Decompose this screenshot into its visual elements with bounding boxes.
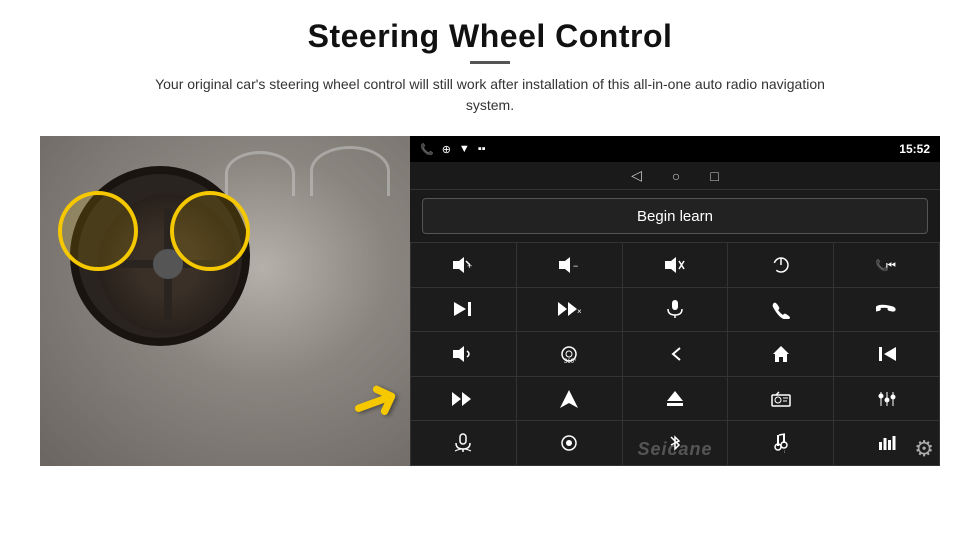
svg-text:360°: 360° (564, 359, 577, 364)
recents-icon[interactable]: □ (710, 168, 718, 184)
title-divider (470, 61, 510, 64)
begin-learn-row: Begin learn (410, 190, 940, 242)
eject-button[interactable] (623, 377, 728, 421)
status-left: 📞 ⊕ ▼ ▪▪ (420, 143, 486, 156)
svg-text:⏮: ⏮ (886, 260, 896, 272)
subtitle: Your original car's steering wheel contr… (150, 74, 830, 116)
highlight-circle-right (170, 191, 250, 271)
location-icon: ⊕ (442, 143, 451, 156)
highlight-circle-left (58, 191, 138, 271)
yellow-arrow: ➜ (339, 360, 410, 443)
page-container: Steering Wheel Control Your original car… (0, 0, 980, 548)
gauge-right (225, 151, 295, 196)
speaker-button[interactable] (411, 332, 516, 376)
hang-up-button[interactable] (834, 288, 939, 332)
content-row: ➜ 📞 ⊕ ▼ ▪▪ 15:52 ◁ ○ □ (40, 136, 940, 466)
ff-button[interactable] (411, 377, 516, 421)
android-ui: 📞 ⊕ ▼ ▪▪ 15:52 ◁ ○ □ Begin learn (410, 136, 940, 466)
nav-bar: ◁ ○ □ (410, 162, 940, 190)
skip-back-button[interactable] (834, 332, 939, 376)
bluetooth-button[interactable] (623, 421, 728, 465)
page-title: Steering Wheel Control (150, 18, 830, 55)
control-grid: + − 📞⏮ × (410, 242, 940, 466)
status-bar: 📞 ⊕ ▼ ▪▪ 15:52 (410, 136, 940, 162)
phone-prev-button[interactable]: 📞⏮ (834, 243, 939, 287)
svg-text:♩: ♩ (783, 449, 790, 453)
home-button[interactable] (728, 332, 833, 376)
gear-icon[interactable]: ⚙ (914, 436, 934, 462)
begin-learn-button[interactable]: Begin learn (422, 198, 928, 234)
battery-icon: ▪▪ (478, 143, 486, 155)
gauge-left (310, 146, 390, 196)
back-button[interactable] (623, 332, 728, 376)
wifi-icon: ▼ (459, 143, 470, 155)
svg-text:−: − (573, 261, 578, 271)
fast-skip-button[interactable]: × (517, 288, 622, 332)
volume-down-button[interactable]: − (517, 243, 622, 287)
phone-answer-button[interactable] (728, 288, 833, 332)
phone-icon: 📞 (420, 143, 434, 156)
home-circle-icon[interactable]: ○ (672, 168, 680, 184)
status-right: 15:52 (899, 142, 930, 156)
clock: 15:52 (899, 142, 930, 156)
music-button[interactable]: ♩ (728, 421, 833, 465)
mute-button[interactable] (623, 243, 728, 287)
microphone-button[interactable] (623, 288, 728, 332)
navigate-button[interactable] (517, 377, 622, 421)
camera-360-button[interactable]: 360° (517, 332, 622, 376)
mic2-button[interactable] (411, 421, 516, 465)
eq-button[interactable] (834, 377, 939, 421)
back-nav-icon[interactable]: ◁ (631, 167, 642, 184)
steering-wheel-image: ➜ (40, 136, 410, 466)
svg-text:+: + (467, 261, 472, 271)
volume-up-button[interactable]: + (411, 243, 516, 287)
next-track-button[interactable] (411, 288, 516, 332)
steering-bg: ➜ (40, 136, 410, 466)
settings-knob-button[interactable] (517, 421, 622, 465)
radio-button[interactable] (728, 377, 833, 421)
svg-text:×: × (577, 307, 581, 316)
power-button[interactable] (728, 243, 833, 287)
title-section: Steering Wheel Control Your original car… (150, 18, 830, 130)
